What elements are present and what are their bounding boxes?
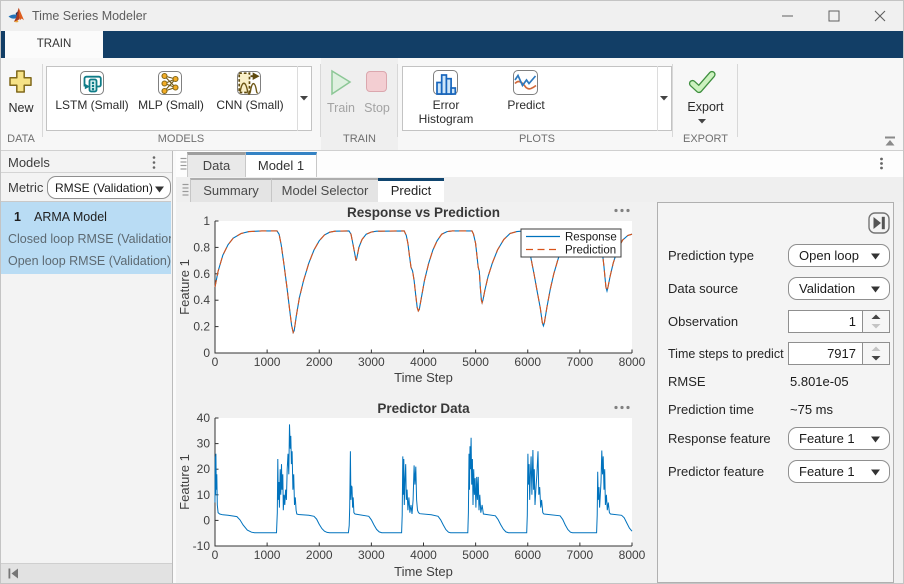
svg-text:3000: 3000: [358, 548, 385, 562]
svg-text:Response: Response: [565, 232, 617, 244]
svg-text:-10: -10: [193, 539, 211, 553]
svg-text:0.8: 0.8: [193, 240, 210, 254]
svg-text:0: 0: [203, 346, 210, 360]
svg-text:2000: 2000: [306, 355, 333, 369]
svg-text:Time Step: Time Step: [394, 564, 453, 579]
svg-text:Feature 1: Feature 1: [177, 454, 192, 510]
svg-text:1000: 1000: [254, 355, 281, 369]
svg-text:Predictor Data: Predictor Data: [377, 401, 470, 416]
svg-text:7000: 7000: [567, 355, 594, 369]
svg-text:8000: 8000: [619, 548, 646, 562]
svg-text:10: 10: [197, 488, 211, 502]
svg-text:4000: 4000: [410, 355, 437, 369]
svg-text:Response vs Prediction: Response vs Prediction: [347, 205, 500, 220]
svg-text:0.2: 0.2: [193, 320, 210, 334]
svg-text:Feature 1: Feature 1: [177, 259, 192, 315]
svg-text:5000: 5000: [462, 355, 489, 369]
svg-text:40: 40: [197, 411, 211, 425]
svg-text:0: 0: [212, 355, 219, 369]
svg-text:4000: 4000: [410, 548, 437, 562]
svg-text:Prediction: Prediction: [565, 245, 616, 257]
svg-text:0.4: 0.4: [193, 293, 210, 307]
svg-text:1000: 1000: [254, 548, 281, 562]
svg-text:0: 0: [203, 513, 210, 527]
svg-text:2000: 2000: [306, 548, 333, 562]
svg-text:30: 30: [197, 437, 211, 451]
svg-text:8000: 8000: [619, 355, 646, 369]
svg-text:6000: 6000: [514, 355, 541, 369]
svg-text:Time Step: Time Step: [394, 370, 453, 385]
svg-text:6000: 6000: [514, 548, 541, 562]
svg-text:7000: 7000: [567, 548, 594, 562]
svg-text:0.6: 0.6: [193, 267, 210, 281]
svg-text:1: 1: [203, 214, 210, 228]
svg-text:0: 0: [212, 548, 219, 562]
svg-text:5000: 5000: [462, 548, 489, 562]
svg-text:3000: 3000: [358, 355, 385, 369]
svg-text:20: 20: [197, 462, 211, 476]
